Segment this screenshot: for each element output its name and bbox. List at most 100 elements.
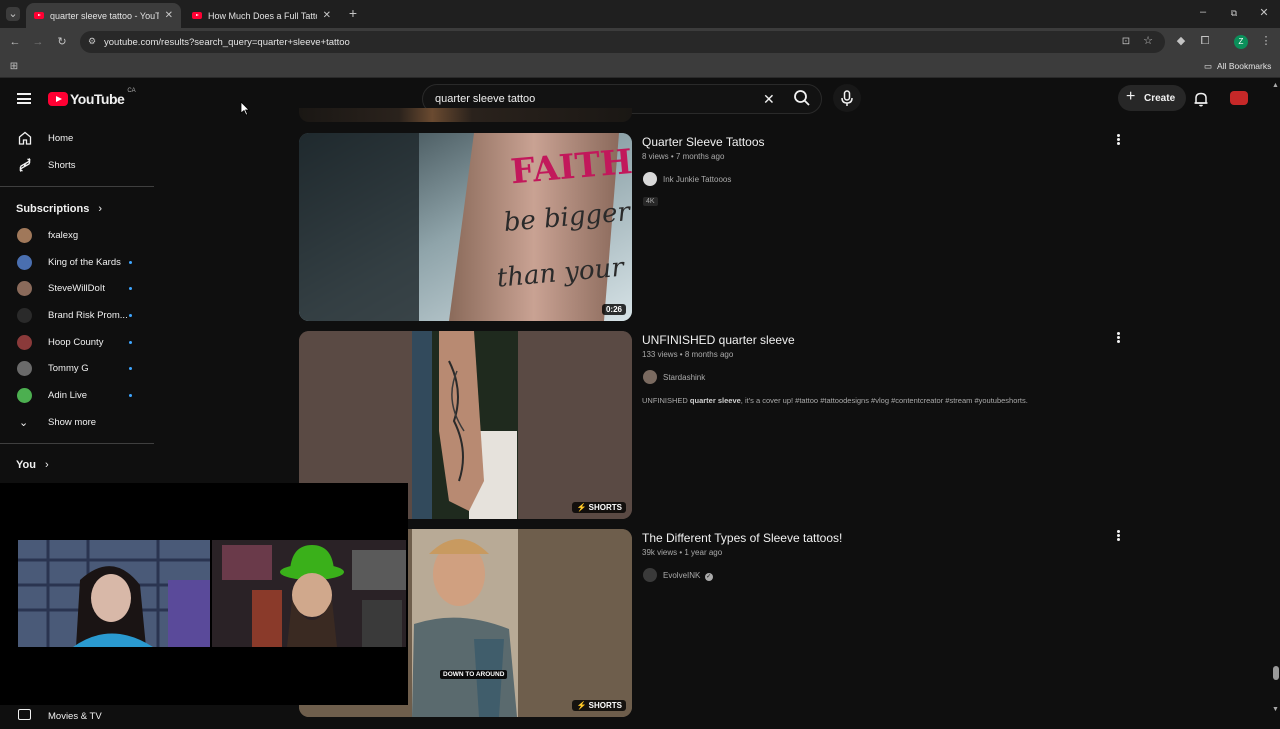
site-info-icon[interactable]: ⚙ — [88, 36, 96, 47]
apps-grid-icon[interactable]: ⊞ — [7, 60, 21, 74]
shorts-badge: ⚡ SHORTS — [572, 700, 626, 711]
all-bookmarks-button[interactable]: ▭ All Bookmarks — [1204, 61, 1271, 72]
shorts-small-icon: ⚡ — [576, 701, 589, 710]
browser-menu-icon[interactable]: ⋮ — [1259, 34, 1273, 48]
sidebar-item-label: fxalexg — [48, 229, 79, 241]
scroll-up-icon[interactable]: ▲ — [1272, 82, 1279, 89]
sidebar-item-subscription[interactable]: Tommy G — [0, 355, 154, 381]
extension-icon[interactable]: ◆ — [1174, 34, 1188, 48]
new-content-dot — [129, 366, 132, 370]
show-more-label: Show more — [48, 416, 97, 428]
previous-result-thumbnail[interactable] — [299, 108, 632, 122]
sidebar-item-subscription[interactable]: fxalexg — [0, 222, 154, 248]
scroll-down-icon[interactable]: ▼ — [1272, 706, 1279, 713]
description-highlight: quarter sleeve — [689, 396, 741, 405]
sidebar-item-subscription[interactable]: Hoop County — [0, 329, 154, 355]
sidebar-item-shorts[interactable]: Shorts — [0, 152, 154, 178]
description-rest: , it's a cover up! #tattoo #tattoodesign… — [740, 396, 1028, 405]
channel-name[interactable]: Stardashink — [663, 373, 705, 382]
sidebar-item-subscription[interactable]: Brand Risk Prom... — [0, 302, 154, 328]
you-heading[interactable]: You › — [16, 459, 49, 471]
reload-icon[interactable]: ↻ — [55, 35, 69, 49]
sidebar-item-subscription[interactable]: SteveWillDoIt — [0, 275, 154, 301]
webcam-feed-right — [212, 540, 406, 647]
home-icon — [18, 131, 32, 145]
address-bar[interactable]: ⚙ youtube.com/results?search_query=quart… — [80, 31, 1165, 53]
person-left-image — [18, 540, 210, 647]
shorts-badge-label: SHORTS — [588, 701, 622, 710]
voice-search-button[interactable] — [833, 84, 861, 112]
youtube-logo[interactable]: YouTube CA — [48, 88, 136, 107]
browser-tab-strip: ⌄ quarter sleeve tattoo - YouTube ✕ How … — [0, 0, 1280, 28]
sidebar-item-home[interactable]: Home — [0, 125, 154, 151]
profile-avatar[interactable]: Z — [1234, 35, 1248, 49]
create-label: Create — [1144, 92, 1176, 104]
hamburger-menu-icon[interactable] — [17, 93, 31, 104]
close-window-icon[interactable]: ✕ — [1257, 6, 1271, 20]
duration-badge: 0:26 — [601, 304, 626, 315]
sidebar-item-movies-tv[interactable]: Movies & TV — [0, 703, 154, 729]
tab-title: How Much Does a Full Tattoo S — [208, 10, 317, 21]
channel-avatar — [17, 307, 32, 323]
video-title[interactable]: UNFINISHED quarter sleeve — [642, 333, 795, 347]
youtube-favicon-icon — [192, 12, 202, 19]
new-tab-icon[interactable]: + — [346, 6, 360, 20]
more-actions-icon[interactable] — [1113, 133, 1123, 147]
channel-name[interactable]: Ink Junkie Tattooos — [663, 175, 731, 184]
more-actions-icon[interactable] — [1113, 529, 1123, 543]
channel-avatar[interactable] — [643, 568, 657, 582]
quality-tag: 4K — [643, 197, 658, 206]
close-tab-icon[interactable]: ✕ — [323, 10, 331, 21]
channel-avatar[interactable] — [643, 172, 657, 186]
channel-avatar — [17, 360, 32, 376]
verified-check-icon: ✓ — [704, 573, 713, 581]
shorts-icon — [19, 158, 31, 172]
bookmarks-bar: ⊞ ▭ All Bookmarks — [0, 56, 1280, 78]
tab-search-icon[interactable]: ⌄ — [6, 7, 20, 21]
tab-youtube-search[interactable]: quarter sleeve tattoo - YouTube ✕ — [26, 3, 181, 28]
new-content-dot — [129, 260, 132, 264]
new-content-dot — [129, 286, 132, 290]
chevron-right-icon: › — [98, 203, 103, 215]
notifications-button[interactable] — [1192, 90, 1210, 108]
restore-icon[interactable]: ⧉ — [1227, 6, 1241, 20]
scrollbar-thumb[interactable] — [1273, 666, 1279, 680]
video-title[interactable]: The Different Types of Sleeve tattoos! — [642, 531, 842, 545]
more-actions-icon[interactable] — [1113, 331, 1123, 345]
sidebar-item-subscription[interactable]: Adin Live — [0, 382, 154, 408]
install-app-icon[interactable]: ⊡ — [1119, 35, 1133, 49]
extensions-puzzle-icon[interactable]: ⧠ — [1198, 34, 1212, 48]
tattoo-arm-image: FAITH be bigger than your — [299, 133, 632, 321]
shorts-badge-label: SHORTS — [588, 503, 622, 512]
video-caption: DOWN TO AROUND — [440, 670, 508, 679]
folder-icon: ▭ — [1204, 61, 1213, 71]
create-button[interactable]: + Create — [1118, 85, 1186, 111]
back-icon[interactable]: ← — [8, 35, 22, 49]
page-scrollbar[interactable]: ▲ ▼ — [1271, 82, 1280, 720]
search-button[interactable] — [788, 84, 816, 112]
close-tab-icon[interactable]: ✕ — [165, 10, 173, 21]
channel-name-text: EvolveINK — [663, 571, 701, 580]
show-more-button[interactable]: ⌄ Show more — [0, 409, 154, 435]
bookmark-star-icon[interactable]: ☆ — [1141, 34, 1155, 48]
sidebar-item-label: SteveWillDoIt — [48, 282, 106, 294]
video-meta: 8 views • 7 months ago — [642, 152, 725, 161]
video-thumbnail[interactable]: FAITH be bigger than your 0:26 — [299, 133, 632, 321]
microphone-icon — [841, 90, 853, 106]
sidebar-item-subscription[interactable]: King of the Kards — [0, 249, 154, 275]
youtube-logo-text: YouTube — [70, 91, 125, 107]
video-meta: 133 views • 8 months ago — [642, 350, 734, 359]
channel-name[interactable]: EvolveINK ✓ — [663, 571, 713, 581]
url-text: youtube.com/results?search_query=quarter… — [104, 36, 350, 48]
subscriptions-heading[interactable]: Subscriptions › — [16, 203, 102, 215]
minimize-icon[interactable]: – — [1196, 5, 1210, 19]
account-avatar[interactable] — [1230, 91, 1248, 105]
country-code: CA — [127, 88, 136, 94]
chevron-right-icon: › — [45, 459, 49, 471]
forward-icon[interactable]: → — [31, 35, 45, 49]
sidebar-item-label: Home — [48, 132, 74, 144]
channel-avatar[interactable] — [643, 370, 657, 384]
tab-tattoo-cost[interactable]: How Much Does a Full Tattoo S ✕ — [184, 3, 339, 28]
clear-search-icon[interactable]: ✕ — [763, 91, 775, 107]
video-title[interactable]: Quarter Sleeve Tattoos — [642, 135, 765, 149]
